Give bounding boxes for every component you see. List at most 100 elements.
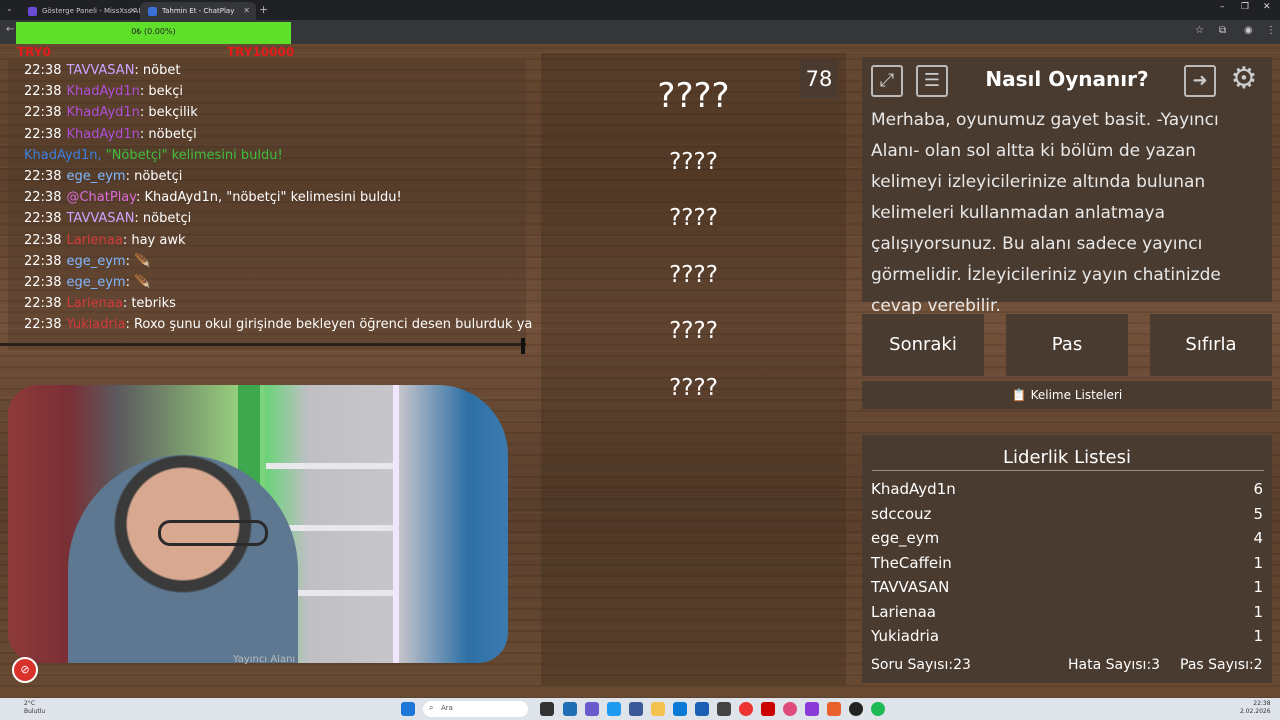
chat-text: "Nöbetçi" kelimesini buldu! (105, 147, 283, 163)
progress-max-label: TRY10000 (227, 45, 295, 59)
word-lists-button[interactable]: 📋 Kelime Listeleri (862, 381, 1272, 409)
app-icon[interactable] (717, 702, 731, 716)
player-name: TheCaffein (871, 553, 952, 572)
profile-icon[interactable]: ◉ (1244, 25, 1253, 36)
leaderboard-row: Larienaa 1 (871, 603, 1263, 627)
new-tab-button[interactable]: + (259, 3, 268, 16)
edge-icon[interactable] (673, 702, 687, 716)
app-icon[interactable] (563, 702, 577, 716)
player-name: KhadAyd1n (871, 480, 956, 498)
player-score: 1 (1253, 602, 1263, 621)
chat-text: : tebriks (122, 296, 176, 312)
chat-username[interactable]: KhadAyd1n, (24, 148, 106, 163)
chat-username[interactable]: KhadAyd1n (66, 105, 139, 120)
chat-username[interactable]: @ChatPlay (66, 190, 136, 205)
app-icon[interactable] (783, 702, 797, 716)
chat-timestamp: 22:38 (24, 253, 62, 269)
chat-username[interactable]: TAVVASAN (66, 63, 134, 78)
folder-icon[interactable] (651, 702, 665, 716)
chat-text: : nöbetçi (134, 211, 192, 227)
chat-message: 22:38 @ChatPlay: KhadAyd1n, "nöbetçi" kel… (24, 190, 402, 205)
clock-time: 22:38 (1253, 700, 1271, 707)
leaderboard-row: Yukiadria 1 (871, 627, 1263, 651)
pass-button[interactable]: Pas (1006, 314, 1128, 376)
start-icon[interactable] (401, 702, 415, 716)
player-name: ege_eym (871, 529, 940, 547)
leaderboard-row: TAVVASAN 1 (871, 578, 1263, 602)
minimize-icon[interactable]: – (1220, 2, 1225, 12)
chat-username[interactable]: Yukiadria (66, 317, 125, 332)
chat-username[interactable]: Larienaa (66, 296, 122, 311)
chat-timestamp: 22:38 (24, 211, 62, 227)
chrome-icon[interactable] (739, 702, 753, 716)
close-tab-icon[interactable]: ✕ (243, 6, 250, 15)
chat-username[interactable]: KhadAyd1n (66, 127, 139, 142)
restore-icon[interactable]: ❐ (1241, 2, 1249, 12)
back-arrow-icon[interactable]: ← (6, 24, 14, 35)
exit-icon[interactable]: ➜ (1184, 65, 1216, 97)
chat-username[interactable]: KhadAyd1n (66, 84, 139, 99)
chat-text: : 🪶 (125, 275, 151, 290)
chat-message: 22:38 KhadAyd1n: nöbetçi (24, 127, 197, 142)
chat-username[interactable]: ege_eym (66, 169, 125, 184)
player-name: Larienaa (871, 602, 937, 621)
leaderboard-title: Liderlik Listesi (1003, 447, 1131, 468)
app-icon[interactable] (629, 702, 643, 716)
chat-text: : nöbet (134, 63, 181, 78)
bookmark-star-icon[interactable]: ☆ (1195, 25, 1204, 36)
tab-list-chevron-icon[interactable]: ⌄ (6, 4, 13, 13)
question-count: Soru Sayısı:23 (871, 657, 971, 673)
chat-text: : KhadAyd1n, "nöbetçi" kelimesini buldu! (136, 190, 402, 206)
twitch-icon[interactable] (805, 702, 819, 716)
error-count: Hata Sayısı:3 (1068, 657, 1161, 673)
next-button[interactable]: Sonraki (862, 314, 984, 376)
tab-favicon-icon (28, 7, 37, 16)
player-score: 1 (1253, 578, 1263, 596)
close-tab-icon[interactable]: ✕ (129, 6, 136, 15)
fullscreen-icon[interactable]: ⤢ (871, 65, 903, 97)
how-to-play-panel: ⤢ ☰ Nasıl Oynanır? ➜ ⚙ Merhaba, oyunumuz… (862, 57, 1272, 316)
progress-text: 0₺ (0.00%) (131, 27, 176, 36)
record-button[interactable]: ⊘ (12, 657, 38, 683)
leaderboard-row: TheCaffein 1 (871, 554, 1263, 578)
close-window-icon[interactable]: ✕ (1263, 2, 1271, 12)
shelf (266, 463, 396, 469)
leaderboard-row: sdccouz 5 (871, 505, 1263, 529)
chat-timestamp: 22:38 (24, 63, 62, 78)
forbidden-word-1: ???? (669, 149, 718, 175)
tab-chatplay[interactable]: Tahmin Et - ChatPlay ✕ (140, 2, 256, 20)
netflix-icon[interactable] (761, 702, 775, 716)
main-word: ???? (657, 76, 730, 116)
taskbar-search[interactable]: ⌕ Ara (423, 701, 528, 717)
taskview-icon[interactable] (540, 702, 554, 716)
chat-scroll-handle[interactable] (521, 338, 525, 354)
chat-username[interactable]: ege_eym (66, 254, 125, 269)
weather-widget[interactable]: 2°C Bulutlu (24, 700, 45, 716)
weather-temp: 2°C (24, 700, 36, 707)
app-icon[interactable] (607, 702, 621, 716)
player-name: sdccouz (871, 504, 932, 523)
gear-icon[interactable]: ⚙ (1228, 64, 1260, 97)
player-name: TAVVASAN (871, 578, 950, 596)
taskbar-clock[interactable]: 22:38 2.02.2026 (1240, 700, 1271, 716)
app-icon[interactable] (827, 702, 841, 716)
player-score: 6 (1253, 480, 1263, 498)
chat-timestamp: 22:38 (24, 296, 62, 312)
menu-dots-icon[interactable]: ⋮ (1266, 25, 1276, 36)
webcam-feed (8, 385, 508, 663)
chat-username[interactable]: ege_eym (66, 275, 125, 290)
obs-icon[interactable] (849, 702, 863, 716)
extensions-icon[interactable]: ⧉ (1219, 25, 1226, 36)
chat-text: : hay awk (122, 232, 186, 248)
document-icon[interactable]: ☰ (916, 65, 948, 97)
tab-dashboard[interactable]: Gösterge Paneli - MissXss AI B... ✕ (20, 2, 142, 20)
chat-username[interactable]: Larienaa (66, 233, 122, 248)
glasses (158, 520, 268, 546)
chat-timestamp: 22:38 (24, 275, 62, 290)
spotify-icon[interactable] (871, 702, 885, 716)
app-icon[interactable] (585, 702, 599, 716)
reset-button[interactable]: Sıfırla (1150, 314, 1272, 376)
app-icon[interactable] (695, 702, 709, 716)
forbidden-word-5: ???? (669, 375, 718, 401)
chat-username[interactable]: TAVVASAN (66, 211, 134, 226)
